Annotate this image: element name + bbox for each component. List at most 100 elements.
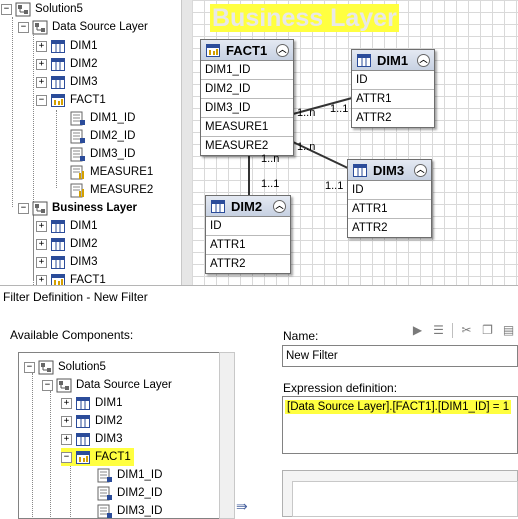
entity-field[interactable]: DIM1_ID: [201, 61, 293, 80]
entity-field[interactable]: DIM3_ID: [201, 99, 293, 118]
measure-icon: [70, 165, 84, 179]
measure-icon: [70, 183, 84, 197]
expand-toggle-icon[interactable]: +: [36, 238, 47, 250]
entity-field[interactable]: ID: [348, 181, 431, 200]
collapse-toggle-icon[interactable]: −: [24, 361, 35, 373]
tree-node-data-source-layer[interactable]: − Data Source Layer: [18, 18, 148, 36]
tree-node-label: DIM3_ID: [117, 505, 163, 517]
entity-header[interactable]: DIM1 ︿: [352, 50, 434, 71]
tree-node-dim3[interactable]: + DIM3: [36, 73, 97, 91]
fact-table-icon: [76, 450, 90, 464]
column-icon: [97, 468, 112, 482]
play-icon[interactable]: ▶: [410, 323, 425, 338]
paste-icon[interactable]: ▤: [501, 323, 516, 338]
entity-field[interactable]: ATTR2: [206, 255, 290, 273]
cardinality-label: 1..n: [297, 141, 316, 153]
toolbar-separator: [452, 322, 453, 338]
entity-field[interactable]: ATTR1: [206, 236, 290, 255]
entity-header[interactable]: FACT1 ︿: [201, 40, 293, 61]
tree-node-business-layer[interactable]: − Business Layer: [18, 199, 137, 217]
column-icon: [70, 147, 85, 161]
entity-fact1[interactable]: FACT1 ︿ DIM1_ID DIM2_ID DIM3_ID MEASURE1…: [200, 39, 294, 156]
tree-connector-line: [56, 110, 57, 188]
collapse-toggle-icon[interactable]: −: [42, 379, 53, 391]
tree-node-dim1[interactable]: + DIM1: [36, 37, 97, 55]
insert-component-arrow-icon[interactable]: ⇛: [236, 498, 248, 515]
entity-field[interactable]: ID: [352, 71, 434, 90]
entity-field[interactable]: ATTR2: [352, 109, 434, 127]
cardinality-label: 1..1: [261, 178, 280, 190]
expand-toggle-icon[interactable]: +: [36, 40, 47, 52]
entity-field[interactable]: ATTR1: [348, 200, 431, 219]
entity-field[interactable]: ATTR2: [348, 219, 431, 237]
collapse-toggle-icon[interactable]: −: [61, 451, 72, 463]
expand-toggle-icon[interactable]: +: [36, 274, 47, 285]
table-icon: [51, 237, 65, 251]
cut-icon[interactable]: ✂: [459, 323, 474, 338]
entity-title: DIM1: [377, 52, 409, 68]
expression-definition-field[interactable]: [Data Source Layer].[FACT1].[DIM1_ID] = …: [282, 396, 518, 454]
entity-field[interactable]: ATTR1: [352, 90, 434, 109]
tree-node-measure2[interactable]: MEASURE2: [70, 181, 153, 199]
tree-node-data-source-layer[interactable]: − Data Source Layer: [42, 376, 172, 394]
available-components-label: Available Components:: [10, 328, 134, 342]
entity-dim2[interactable]: DIM2 ︿ ID ATTR1 ATTR2: [205, 195, 291, 274]
tree-node-fact1[interactable]: + FACT1: [36, 271, 106, 285]
expand-toggle-icon[interactable]: +: [36, 220, 47, 232]
chevron-up-icon[interactable]: ︿: [414, 163, 427, 177]
collapse-toggle-icon[interactable]: −: [18, 202, 29, 214]
tree-node-column-dim2-id[interactable]: DIM2_ID: [70, 127, 135, 145]
entity-header[interactable]: DIM2 ︿: [206, 196, 290, 217]
expand-toggle-icon[interactable]: +: [61, 433, 72, 445]
tree-node-dim2[interactable]: + DIM2: [61, 412, 122, 430]
collapse-toggle-icon[interactable]: −: [18, 21, 29, 33]
chevron-up-icon[interactable]: ︿: [273, 199, 286, 213]
tree-node-solution[interactable]: − Solution5: [24, 358, 106, 376]
tree-node-column-dim1-id[interactable]: DIM1_ID: [97, 466, 162, 484]
tree-node-label: DIM1: [95, 397, 123, 409]
tree-node-dim3[interactable]: + DIM3: [36, 253, 97, 271]
tree-node-label: DIM3: [70, 256, 98, 268]
tree-node-label: Solution5: [58, 361, 106, 373]
tree-node-column-dim3-id[interactable]: DIM3_ID: [70, 145, 135, 163]
expand-toggle-icon[interactable]: +: [36, 58, 47, 70]
tree-node-dim3[interactable]: + DIM3: [61, 430, 122, 448]
tree-connector-line: [32, 373, 33, 518]
tree-node-column-dim1-id[interactable]: DIM1_ID: [70, 109, 135, 127]
table-icon: [76, 396, 90, 410]
tree-node-dim2[interactable]: + DIM2: [36, 235, 97, 253]
available-components-tree[interactable]: − Solution5 − Data Source Layer + DIM1 +…: [18, 352, 220, 519]
tree-node-fact1[interactable]: − FACT1: [36, 91, 106, 109]
collapse-toggle-icon[interactable]: −: [1, 3, 12, 15]
copy-icon[interactable]: ❐: [480, 323, 495, 338]
tree-node-label: MEASURE1: [90, 166, 154, 178]
entity-dim3[interactable]: DIM3 ︿ ID ATTR1 ATTR2: [347, 159, 432, 238]
entity-header[interactable]: DIM3 ︿: [348, 160, 431, 181]
tree-node-dim2[interactable]: + DIM2: [36, 55, 97, 73]
tree-node-fact1-selected[interactable]: − FACT1: [61, 448, 134, 466]
chevron-up-icon[interactable]: ︿: [276, 43, 289, 57]
lower-panel-inner[interactable]: [292, 481, 518, 517]
tree-node-measure1[interactable]: MEASURE1: [70, 163, 153, 181]
tree-connector-line: [12, 17, 13, 207]
tree-node-dim1[interactable]: + DIM1: [61, 394, 122, 412]
expand-toggle-icon[interactable]: +: [61, 397, 72, 409]
tree-node-label: DIM1_ID: [90, 112, 136, 124]
tree-node-solution[interactable]: − Solution5: [1, 0, 83, 18]
entity-field[interactable]: DIM2_ID: [201, 80, 293, 99]
name-input[interactable]: New Filter: [282, 345, 518, 367]
expand-toggle-icon[interactable]: +: [36, 76, 47, 88]
tree-scrollbar[interactable]: [219, 352, 235, 519]
tree-node-column-dim3-id[interactable]: DIM3_ID: [97, 502, 163, 518]
collapse-toggle-icon[interactable]: −: [36, 94, 47, 106]
entity-dim1[interactable]: DIM1 ︿ ID ATTR1 ATTR2: [351, 49, 435, 128]
list-icon[interactable]: ☰: [431, 323, 446, 338]
expand-toggle-icon[interactable]: +: [61, 415, 72, 427]
entity-field[interactable]: ID: [206, 217, 290, 236]
chevron-up-icon[interactable]: ︿: [417, 53, 430, 67]
tree-node-column-dim2-id[interactable]: DIM2_ID: [97, 484, 162, 502]
expression-text: [Data Source Layer].[FACT1].[DIM1_ID] = …: [285, 400, 512, 414]
entity-field[interactable]: MEASURE1: [201, 118, 293, 137]
expand-toggle-icon[interactable]: +: [36, 256, 47, 268]
tree-node-dim1[interactable]: + DIM1: [36, 217, 97, 235]
